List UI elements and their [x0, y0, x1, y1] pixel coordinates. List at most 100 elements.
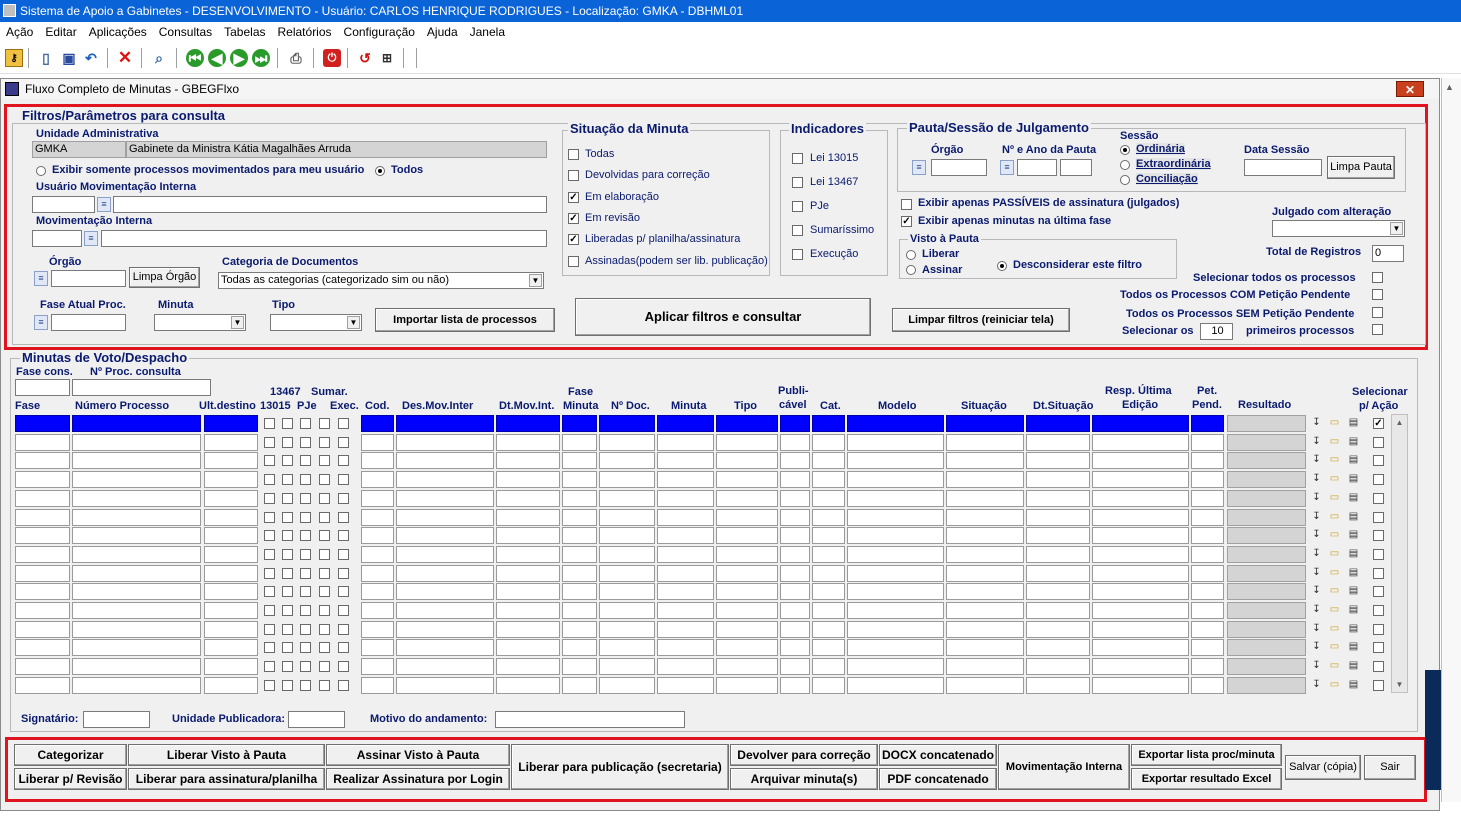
indicator-checkbox[interactable]: [282, 679, 293, 691]
indicator-checkbox[interactable]: [338, 492, 349, 504]
grid-cell[interactable]: [1026, 471, 1090, 489]
menu-configuracao[interactable]: Configuração: [338, 22, 421, 39]
row-select-checkbox[interactable]: [1373, 586, 1384, 598]
grid-cell[interactable]: [847, 583, 944, 601]
grid-cell[interactable]: [204, 676, 258, 694]
grid-cell[interactable]: [1092, 583, 1189, 601]
grid-cell[interactable]: [812, 620, 845, 638]
indicator-checkbox[interactable]: [300, 605, 311, 616]
devolvidas-checkbox[interactable]: [568, 170, 579, 181]
grid-cell[interactable]: [657, 415, 714, 432]
grid-cell[interactable]: [562, 564, 597, 582]
grid-cell[interactable]: [562, 620, 597, 638]
orgao-field[interactable]: [51, 270, 126, 287]
grid-cell[interactable]: [361, 527, 394, 545]
grid-cell[interactable]: [1092, 415, 1189, 432]
grid-cell[interactable]: [361, 508, 394, 526]
grid-cell[interactable]: [1026, 415, 1090, 432]
row-select-checkbox[interactable]: [1373, 455, 1384, 467]
liberar-visto-button[interactable]: Liberar Visto à Pauta: [128, 744, 325, 766]
grid-cell[interactable]: [562, 676, 597, 694]
grid-cell[interactable]: [599, 620, 655, 638]
grid-cell[interactable]: [946, 658, 1024, 676]
grid-cell[interactable]: [562, 602, 597, 619]
grid-cell[interactable]: [847, 639, 944, 657]
document-icon[interactable]: ▤: [1347, 490, 1360, 505]
grid-cell[interactable]: [946, 602, 1024, 619]
scroll-up-icon[interactable]: ▲: [1393, 416, 1406, 429]
grid-cell[interactable]: [716, 564, 778, 582]
minuta-select[interactable]: ▼: [154, 314, 246, 331]
scroll-down-icon[interactable]: ▼: [1393, 678, 1406, 691]
grid-cell[interactable]: [204, 545, 258, 563]
indicator-checkbox[interactable]: [319, 548, 330, 560]
radio-meus-processos[interactable]: [36, 166, 46, 176]
radio-assinar[interactable]: [906, 265, 916, 275]
back-arrow-icon[interactable]: ↺: [356, 49, 374, 67]
orgao-lookup-icon[interactable]: ≡: [34, 271, 48, 286]
indicator-checkbox[interactable]: [282, 436, 293, 448]
grid-cell[interactable]: [1092, 658, 1189, 676]
menu-acao[interactable]: Ação: [0, 22, 39, 39]
grid-cell[interactable]: [657, 489, 714, 507]
grid-cell[interactable]: [496, 676, 560, 694]
usuario-name-field[interactable]: [113, 196, 547, 213]
grid-cell[interactable]: [946, 508, 1024, 526]
menu-consultas[interactable]: Consultas: [153, 22, 218, 39]
grid-cell[interactable]: [361, 676, 394, 694]
grid-cell[interactable]: [716, 508, 778, 526]
download-icon[interactable]: ↧: [1310, 677, 1323, 692]
indicator-checkbox[interactable]: [338, 418, 349, 429]
pauta-orgao-lookup-icon[interactable]: ≡: [912, 160, 926, 175]
indicator-checkbox[interactable]: [338, 586, 349, 598]
julgado-select[interactable]: ▼: [1272, 220, 1405, 237]
print-icon[interactable]: ⎙: [287, 49, 305, 67]
chevron-down-icon[interactable]: ▼: [529, 274, 542, 287]
indicator-checkbox[interactable]: [319, 511, 330, 523]
grid-cell[interactable]: [716, 620, 778, 638]
limpa-orgao-button[interactable]: Limpa Órgão: [129, 267, 200, 288]
grid-cell[interactable]: [946, 676, 1024, 694]
grid-cell[interactable]: [716, 583, 778, 601]
pauta-ano-field[interactable]: [1060, 159, 1092, 176]
indicator-checkbox[interactable]: [338, 679, 349, 691]
lei13467-checkbox[interactable]: [792, 177, 803, 188]
grid-cell[interactable]: [812, 564, 845, 582]
grid-cell[interactable]: [780, 527, 810, 545]
grid-cell[interactable]: [72, 471, 201, 489]
grid-cell[interactable]: [847, 564, 944, 582]
download-icon[interactable]: ↧: [1310, 565, 1323, 580]
row-select-checkbox[interactable]: [1373, 567, 1384, 579]
indicator-checkbox[interactable]: [282, 455, 293, 467]
grid-cell[interactable]: [1092, 527, 1189, 545]
grid-cell[interactable]: [72, 583, 201, 601]
grid-cell[interactable]: [72, 527, 201, 545]
grid-cell[interactable]: [1191, 545, 1224, 563]
grid-cell[interactable]: [1191, 676, 1224, 694]
grid-cell[interactable]: [780, 583, 810, 601]
document-icon[interactable]: ▤: [1347, 658, 1360, 673]
grid-cell[interactable]: [657, 658, 714, 676]
grid-cell[interactable]: [847, 415, 944, 432]
document-icon[interactable]: ▤: [1347, 415, 1360, 430]
indicator-checkbox[interactable]: [282, 567, 293, 579]
grid-cell[interactable]: [72, 415, 201, 432]
grid-cell[interactable]: [716, 471, 778, 489]
grid-cell[interactable]: [716, 658, 778, 676]
usuario-lookup-icon[interactable]: ≡: [97, 197, 111, 212]
row-select-checkbox[interactable]: [1373, 661, 1384, 673]
sumarissimo-checkbox[interactable]: [792, 225, 803, 236]
folder-icon[interactable]: ▭: [1328, 565, 1341, 580]
signatario-field[interactable]: [83, 711, 150, 728]
grid-cell[interactable]: [562, 508, 597, 526]
grid-cell[interactable]: [1227, 508, 1306, 526]
row-select-checkbox[interactable]: [1373, 474, 1384, 486]
n-proc-consulta-field[interactable]: [72, 379, 211, 396]
grid-cell[interactable]: [599, 545, 655, 563]
grid-cell[interactable]: [812, 602, 845, 619]
indicator-checkbox[interactable]: [338, 567, 349, 579]
radio-todos[interactable]: [375, 166, 385, 176]
pdf-button[interactable]: PDF concatenado: [879, 768, 997, 790]
indicator-checkbox[interactable]: [282, 586, 293, 598]
grid-cell[interactable]: [1227, 433, 1306, 451]
